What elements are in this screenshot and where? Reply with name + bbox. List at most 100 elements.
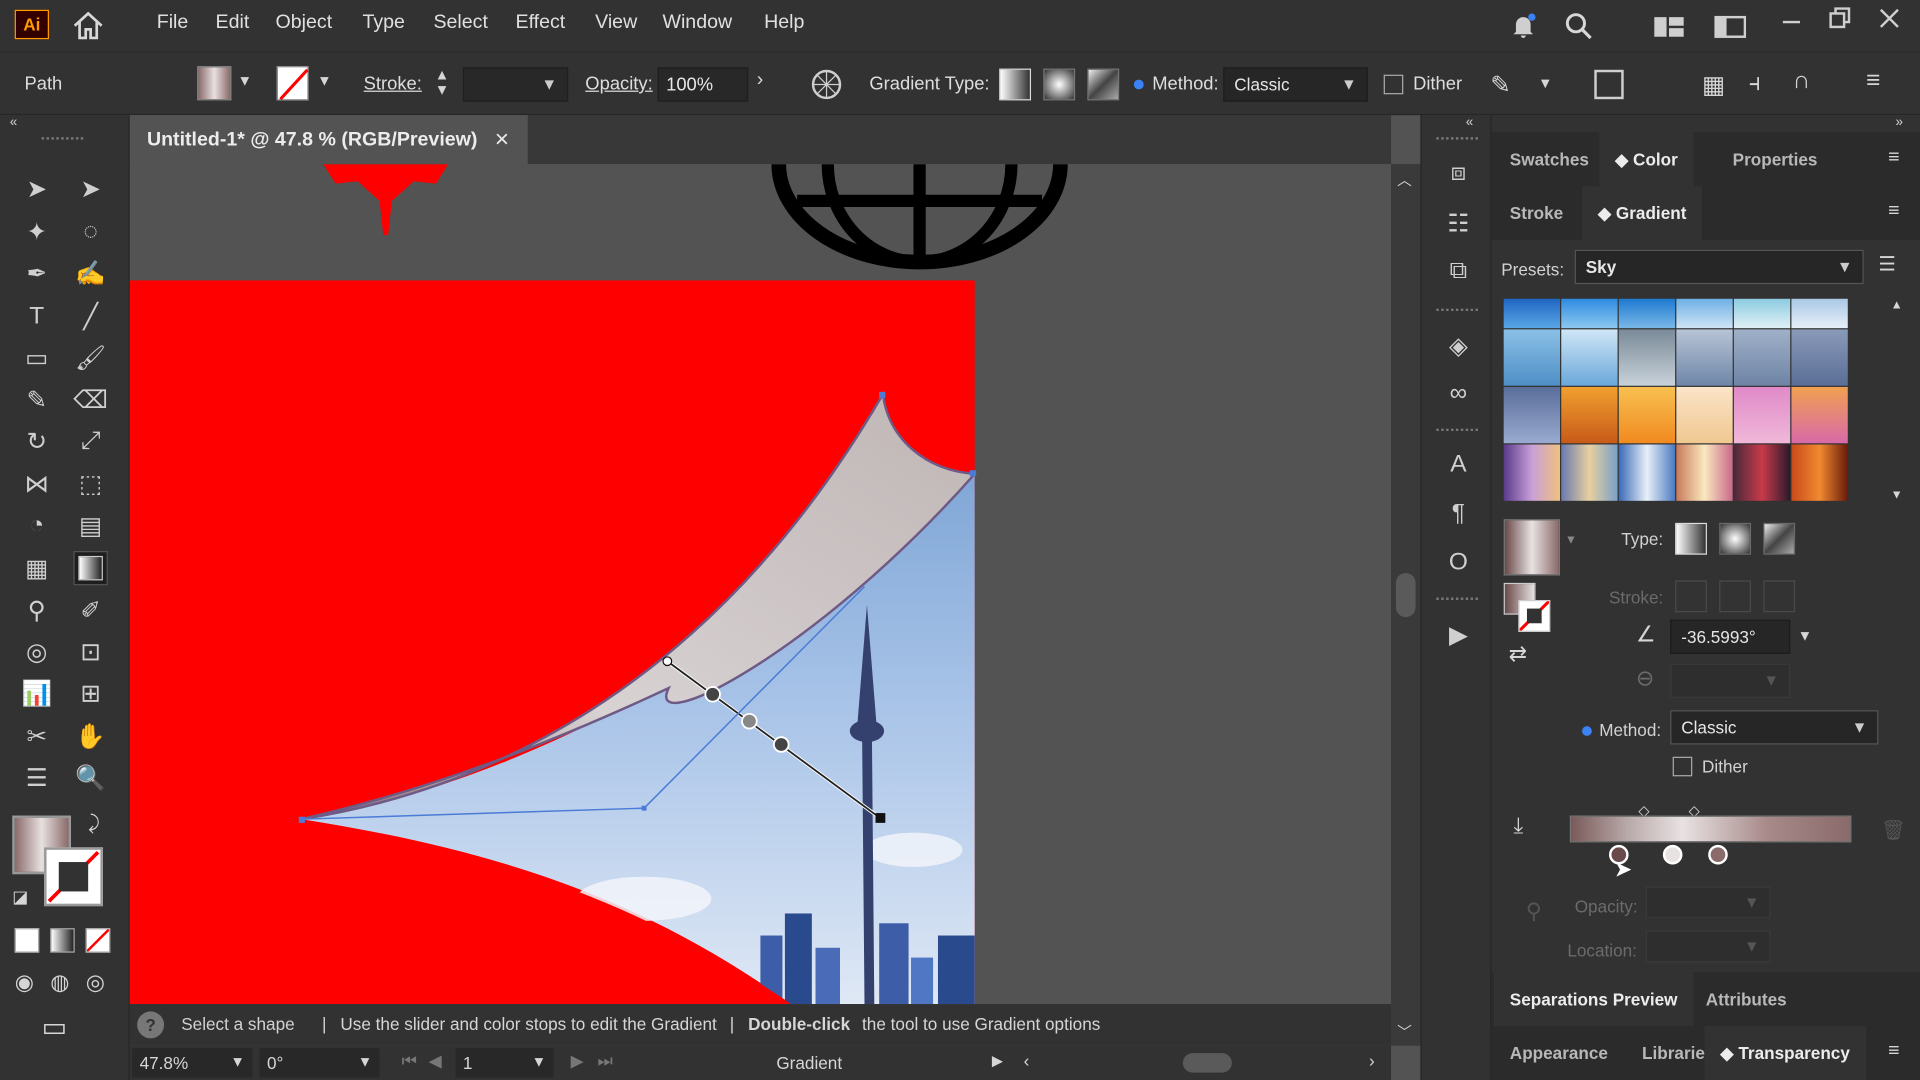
swatch[interactable] [1676,298,1733,329]
width-tool-icon[interactable]: ⋈ [20,467,54,501]
swatch[interactable] [1503,386,1561,444]
chevron-down-icon[interactable]: ▼ [317,72,332,89]
rectangle-tool-icon[interactable]: ▭ [20,340,54,374]
swatch[interactable] [1618,444,1676,501]
color-mode-icon[interactable] [14,928,40,953]
lasso-tool-icon[interactable]: ◌ [73,214,107,248]
pen-tool-icon[interactable]: ✒ [20,256,54,290]
line-tool-icon[interactable]: ╱ [73,299,107,333]
dither-checkbox[interactable] [1383,74,1404,95]
swatch[interactable] [1791,329,1848,386]
draw-behind-icon[interactable]: ◍ [50,970,69,996]
swatch[interactable] [1561,298,1618,329]
slice-tool-icon[interactable]: ✂ [20,719,54,753]
rotation-field[interactable]: 0° ▼ [259,1048,380,1078]
opacity-field[interactable]: 100% [657,67,749,102]
color-stop-right[interactable] [1708,844,1728,865]
chevron-down-icon[interactable]: ▼ [1798,627,1813,644]
swatch[interactable] [1733,298,1791,329]
tab-stroke[interactable]: Stroke [1494,186,1579,240]
tab-properties[interactable]: Properties [1717,132,1834,186]
swap-fill-stroke-icon[interactable]: ⤸ [88,813,100,835]
list-view-icon[interactable]: ☰ [1878,252,1896,276]
swatch[interactable] [1618,329,1676,386]
presets-scroll-down-icon[interactable]: ▼ [1891,489,1903,502]
hscroll-left-icon[interactable]: ‹ [1024,1051,1030,1071]
collapse-icon[interactable]: » [1896,115,1904,130]
symbol-sprayer-tool-icon[interactable]: ⊡ [73,634,107,668]
zoom-icon[interactable]: 🔍 [73,760,107,794]
artboard-nav-first-icon[interactable]: ⏮ [402,1051,417,1072]
close-icon[interactable] [1876,5,1903,32]
opacity-label[interactable]: Opacity: [585,73,652,94]
swatch[interactable] [1791,298,1848,329]
tab-appearance[interactable]: Appearance [1494,1026,1624,1080]
radial-gradient-button[interactable] [1043,68,1076,101]
hscroll-right-icon[interactable]: › [1369,1051,1375,1071]
magic-wand-tool-icon[interactable]: ✦ [20,214,54,248]
opentype-panel-icon[interactable]: O [1441,549,1475,583]
swatch[interactable] [1676,444,1733,501]
zoom-field[interactable]: 47.8% ▼ [132,1048,253,1078]
freeform-gradient-button[interactable] [1087,68,1120,101]
transform-icon[interactable] [1594,69,1624,100]
layers-panel-icon[interactable]: ◈ [1441,331,1475,365]
bell-icon[interactable] [1509,11,1538,47]
hand-icon[interactable]: ✋ [73,719,107,753]
tab-transparency[interactable]: ◆ Transparency [1704,1026,1866,1080]
stroke-swatch[interactable] [276,66,309,101]
perspective-grid-tool-icon[interactable]: ▤ [73,508,107,542]
canvas-area[interactable] [129,164,1392,1005]
method-dropdown[interactable]: Classic ▼ [1670,710,1879,745]
chevron-down-icon[interactable]: ▼ [1565,534,1577,547]
menu-object[interactable]: Object [276,12,333,34]
type-tool-icon[interactable]: T [20,299,54,333]
eyedropper-icon[interactable]: ⚲ [20,593,54,627]
scale-tool-icon[interactable]: ⤢ [73,424,107,458]
linear-gradient-button[interactable] [999,68,1032,101]
close-tab-icon[interactable]: × [495,126,509,154]
transform-panel-icon[interactable]: ⧉ [1441,257,1475,291]
swatch[interactable] [1791,386,1848,444]
menu-help[interactable]: Help [764,12,804,34]
align-icon[interactable]: ▦ [1702,70,1725,101]
save-to-swatches-icon[interactable]: ⤓ [1513,813,1523,839]
artboard-nav-next-icon[interactable]: ▶ [571,1051,584,1072]
artboard-nav-prev-icon[interactable]: ◀ [429,1051,442,1072]
swatch[interactable] [1503,298,1561,329]
paragraph-panel-icon[interactable]: ¶ [1441,500,1475,534]
angle-field[interactable]: -36.5993° [1670,619,1791,654]
eraser-tool-icon[interactable]: ⌫ [73,382,108,416]
fill-stroke-indicator[interactable] [1503,582,1553,632]
recolor-icon[interactable] [811,69,843,106]
scroll-down-icon[interactable]: ﹀ [1397,1021,1412,1042]
actions-panel-icon[interactable]: ▶ [1441,620,1475,654]
artboard-tool-icon[interactable]: ⊞ [73,676,107,710]
distribute-icon[interactable]: ⫞ [1749,70,1761,98]
swatch[interactable] [1676,329,1733,386]
menu-effect[interactable]: Effect [516,12,566,34]
selection-tool-icon[interactable]: ➤ [20,171,54,205]
character-panel-icon[interactable]: A [1441,451,1475,485]
restore-icon[interactable] [1827,5,1854,32]
swatch[interactable] [1503,329,1561,386]
linear-type-button[interactable] [1675,522,1707,555]
paintbrush-tool-icon[interactable]: 🖌 [73,340,107,374]
scroll-up-icon[interactable]: ︿ [1397,169,1412,190]
shaper-tool-icon[interactable]: ✎ [20,382,54,416]
tab-color[interactable]: ◆ Color [1599,132,1694,187]
stroke-stepper-icon[interactable]: ▲ ▼ [435,67,450,96]
freeform-type-button[interactable] [1763,522,1796,555]
artboards-panel-icon[interactable]: ⧈ [1441,159,1475,193]
panel-menu-icon[interactable]: ≡ [1888,201,1899,223]
arrange-documents-icon[interactable] [1714,15,1747,46]
links-panel-icon[interactable]: ∞ [1441,380,1475,414]
panel-menu-icon[interactable]: ≡ [1888,147,1899,169]
eyedropper-tool-icon[interactable]: ✐ [73,593,107,627]
collapse-icon[interactable]: « [1466,115,1474,130]
direct-selection-tool-icon[interactable]: ➤ [73,171,107,205]
blend-tool-icon[interactable]: ◎ [20,634,54,668]
draw-normal-icon[interactable]: ◉ [15,970,34,996]
scroll-thumb[interactable] [1395,573,1416,618]
vertical-scrollbar[interactable]: ︿ ﹀ [1391,164,1421,1046]
